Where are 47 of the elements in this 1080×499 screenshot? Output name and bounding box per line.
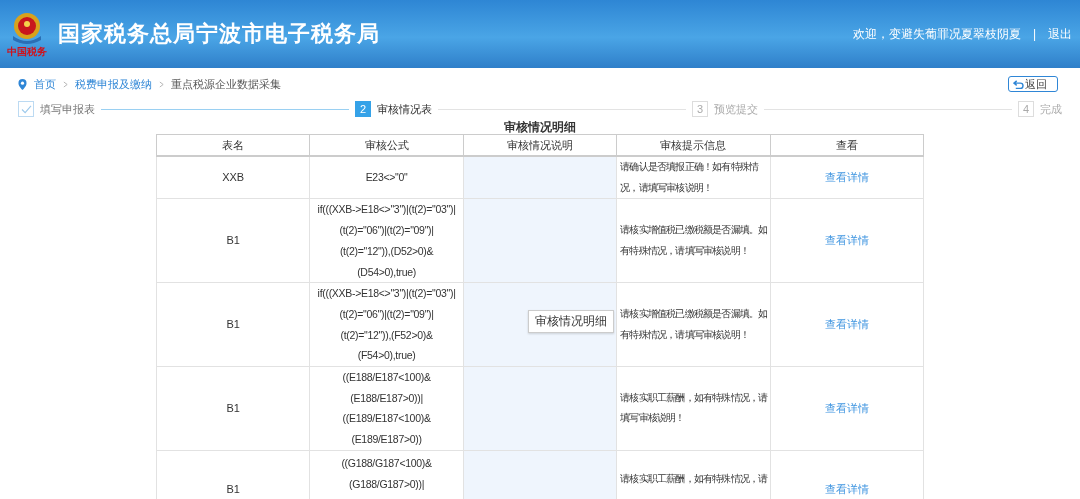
column-header: 查看 <box>770 134 924 156</box>
table-cell: B1 <box>156 282 310 367</box>
table-title: 审核情况明细 <box>503 120 577 134</box>
step-label[interactable]: 预览提交 <box>714 101 758 117</box>
separator-text: | <box>1032 27 1036 41</box>
hint-cell: 请确认是否填报正确！如有特殊情况，请填写审核说明！ <box>616 156 771 199</box>
formula-cell: if(((XXB->E18<>"3")|(t(2)="03")| (t(2)="06")|(t(2)="09")| (t(2)="12")),(D52>0)& (D54>0),true) <box>309 198 464 283</box>
view-details-link[interactable]: 查看详情 <box>824 402 869 415</box>
note-input-cell[interactable] <box>463 366 617 451</box>
hint-cell: 请核实增值税已缴税额是否漏填。如有特殊情况，请填写审核说明！ <box>616 198 771 283</box>
formula-cell: ((E188/E187<100)& (E188/E187>0))| ((E189/E187<100)& (E189/E187>0)) <box>309 366 464 451</box>
table-cell: B1 <box>156 450 310 499</box>
breadcrumb-item[interactable]: 税费申报及缴纳 <box>75 76 152 92</box>
welcome-text: 欢迎，变避失葡罪况夏翠枝阴夏 <box>852 25 1021 43</box>
table-cell: B1 <box>156 198 310 283</box>
step-number: 3 <box>692 101 708 117</box>
chevron-icon <box>159 80 164 88</box>
column-header: 审核公式 <box>309 134 464 156</box>
return-arrow-icon <box>1013 79 1024 89</box>
step-number: 4 <box>1018 101 1034 117</box>
hint-cell: 请核实职工薪酬，如有特殊情况，请填写审核说明！ <box>616 366 771 451</box>
table-cell: B1 <box>156 366 310 451</box>
note-input-cell[interactable] <box>463 156 617 199</box>
table-cell: XXB <box>156 156 310 199</box>
formula-cell: if(((XXB->E18<>"3")|(t(2)="03")| (t(2)="06")|(t(2)="09")| (t(2)="12")),(F52>0)& (F54>0),true) <box>309 282 464 367</box>
view-details-link[interactable]: 查看详情 <box>824 482 869 495</box>
back-button[interactable]: 返回 <box>1008 76 1058 92</box>
location-pin-icon <box>18 78 27 90</box>
step-label[interactable]: 填写申报表 <box>40 101 95 117</box>
step-label[interactable]: 审核情况表 <box>377 101 432 117</box>
column-header: 审核提示信息 <box>616 134 771 156</box>
hint-cell: 请核实增值税已缴税额是否漏填。如有特殊情况，请填写审核说明！ <box>616 282 771 367</box>
step-number: 2 <box>355 101 371 117</box>
logout-link[interactable]: 退出 <box>1048 25 1072 43</box>
view-details-link[interactable]: 查看详情 <box>824 318 869 331</box>
note-input-cell[interactable] <box>463 198 617 283</box>
step-label[interactable]: 完成 <box>1040 101 1062 117</box>
view-details-link[interactable]: 查看详情 <box>824 234 869 247</box>
breadcrumb-item: 重点税源企业数据采集 <box>171 76 281 92</box>
column-header: 表名 <box>156 134 310 156</box>
formula-cell: E23<>"0" <box>309 156 464 199</box>
breadcrumb-item[interactable]: 首页 <box>34 76 56 92</box>
view-details-link[interactable]: 查看详情 <box>824 171 869 184</box>
logo-caption: 中国税务 <box>7 46 47 58</box>
tooltip: 审核情况明细 <box>528 310 614 333</box>
chevron-icon <box>63 80 68 88</box>
site-title: 国家税务总局宁波市电子税务局 <box>58 20 380 48</box>
